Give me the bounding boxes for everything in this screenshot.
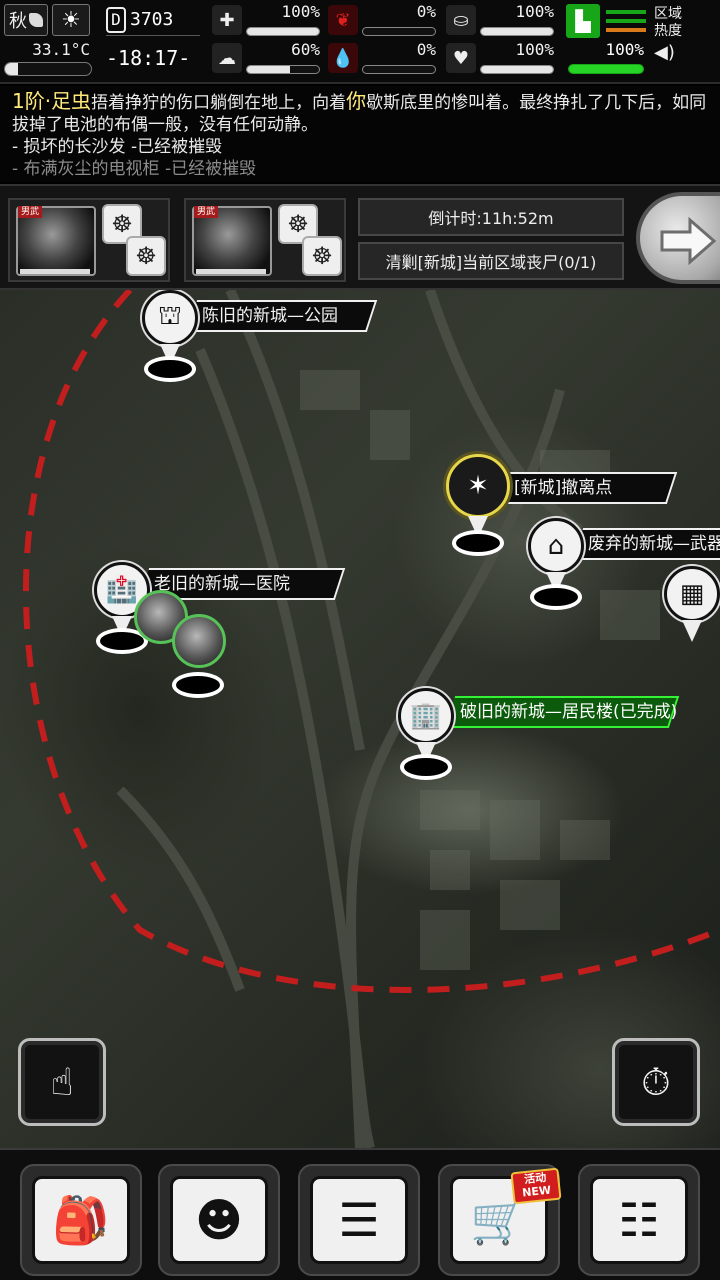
canteen-icon: ⛀: [446, 5, 476, 35]
temperature-bar-fill: [5, 63, 18, 75]
member-1-tag: 男武: [18, 206, 43, 218]
location-evacuation-label: [新城]撤离点: [514, 478, 613, 498]
list-menu-icon: ☷: [590, 1176, 688, 1264]
shop-icon: ⌂: [528, 518, 584, 574]
evacuation-icon: ✶: [446, 454, 510, 518]
countdown-timer: 倒计时:11h:52m: [358, 198, 624, 236]
wait-button[interactable]: ⏱: [612, 1038, 700, 1126]
stomach-icon: ❦: [328, 5, 358, 35]
brain-icon: ☁: [212, 43, 242, 73]
water-drop-icon: 💧: [328, 43, 358, 73]
drink-value: 100%: [515, 2, 554, 21]
season-indicator: 秋: [4, 4, 48, 36]
leaf-icon: [29, 13, 43, 27]
zone-heat-label: 区域 热度: [654, 6, 682, 39]
temperature-bar: [4, 62, 92, 76]
mood-value: 60%: [291, 40, 320, 59]
stamina-bar-fill: [569, 65, 643, 73]
message-log[interactable]: 1阶·足虫捂着挣狞的伤口躺倒在地上，向着你歇斯底里的惨叫着。最终挣扎了几下后，如…: [0, 86, 720, 182]
member-1-hp-bar: [20, 269, 90, 274]
day-counter: D 3703: [106, 4, 200, 36]
squad-member-token[interactable]: [172, 614, 226, 668]
skills-button[interactable]: ☻: [158, 1164, 280, 1276]
zone-heat-toggle[interactable]: 区域 热度 ◀): [654, 6, 716, 78]
next-area-button[interactable]: [636, 192, 720, 284]
stamina-stat[interactable]: ▙ 100%: [566, 4, 648, 76]
drink-bar-fill: [481, 28, 553, 35]
park-gate-icon: ⛫: [142, 290, 198, 346]
status-bar: 秋 ☀ 33.1°C D 3703 -18:17- ✚ 100% ❦ 0% ⛀ …: [0, 0, 720, 84]
stopwatch-icon: ⏱: [641, 1059, 671, 1104]
season-label: 秋: [9, 11, 27, 32]
quick-action-button[interactable]: ☝: [18, 1038, 106, 1126]
bottom-toolbar: 🎒 ☻ ☰ 🛒 活动 NEW ☷: [0, 1148, 720, 1280]
shop-button[interactable]: 🛒 活动 NEW: [438, 1164, 562, 1276]
log-line-sofa: - 损坏的长沙发 -已经被摧毁: [12, 137, 223, 157]
log-text-part1: 捂着挣狞的伤口躺倒在地上，向着: [91, 93, 347, 113]
location-park-label: 陈旧的新城—公园: [202, 306, 338, 326]
apartment-icon: 🏢: [398, 688, 454, 744]
first-aid-kit-icon: ✚: [212, 5, 242, 35]
city-map[interactable]: 陈旧的新城—公园 ⛫ [新城]撤离点 ✶ 废弃的新城—武器 ⌂ ▦ 老旧的新城—…: [0, 290, 720, 1148]
warehouse-icon: ▦: [664, 566, 720, 622]
day-prefix: D: [106, 6, 126, 33]
mood-stat[interactable]: ☁ 60%: [212, 40, 324, 78]
tribal-mask-icon[interactable]: ☸: [126, 236, 166, 276]
hunger-value: 0%: [416, 2, 436, 21]
game-clock: -18:17-: [106, 46, 191, 70]
enemy-name: 1阶·足虫: [12, 89, 92, 113]
hunger-stat[interactable]: ❦ 0%: [328, 2, 440, 40]
mood-bar-fill: [247, 66, 291, 73]
backpack-button[interactable]: 🎒: [20, 1164, 142, 1276]
health-bar-fill: [481, 66, 553, 73]
thirst-stat[interactable]: 💧 0%: [328, 40, 440, 78]
speaker-icon: ◀): [654, 42, 675, 63]
location-weapon-shop-label: 废弃的新城—武器: [588, 534, 720, 554]
medical-stat[interactable]: ✚ 100%: [212, 2, 324, 40]
medical-bar-fill: [247, 28, 319, 35]
arrow-right-icon: [660, 216, 717, 266]
log-you: 你: [346, 89, 367, 113]
backpack-icon: 🎒: [32, 1176, 130, 1264]
drink-stat[interactable]: ⛀ 100%: [446, 2, 558, 40]
member-2-tag: 男武: [194, 206, 219, 218]
stamina-value: 100%: [605, 40, 644, 59]
tribal-mask-icon[interactable]: ☸: [302, 236, 342, 276]
log-line-kill: 1阶·足虫捂着挣狞的伤口躺倒在地上，向着你歇斯底里的惨叫着。最终挣扎了几下后，如…: [12, 90, 708, 136]
health-value: 100%: [515, 40, 554, 59]
member-2-hp-bar: [196, 269, 266, 274]
party-strip: 男武 ☸ ☸ 男武 ☸ ☸ 倒计时:11h:52m 清剿[新城]当前区域丧尸(0…: [0, 184, 720, 290]
sun-icon: ☀: [52, 4, 90, 36]
stamina-lines: [606, 10, 646, 37]
notes-button[interactable]: ☰: [298, 1164, 420, 1276]
location-apartments-label: 破旧的新城—居民楼(已完成): [460, 702, 678, 722]
head-brain-icon: ☻: [170, 1176, 268, 1264]
log-line-tv-cabinet: - 布满灰尘的电视柜 -已经被摧毁: [12, 159, 257, 179]
heart-icon: ♥: [446, 43, 476, 73]
thirst-value: 0%: [416, 40, 436, 59]
menu-button[interactable]: ☷: [578, 1164, 700, 1276]
medical-value: 100%: [281, 2, 320, 21]
event-new-badge: 活动 NEW: [510, 1167, 562, 1205]
tap-hand-arrow-icon: ☝: [50, 1060, 74, 1104]
boot-icon: ▙: [566, 4, 600, 38]
health-stat[interactable]: ♥ 100%: [446, 40, 558, 78]
notebook-icon: ☰: [310, 1176, 408, 1264]
temperature-readout: 33.1°C: [32, 40, 90, 59]
party-member-2[interactable]: 男武 ☸ ☸: [184, 198, 346, 282]
day-number: 3703: [130, 9, 174, 30]
party-member-1[interactable]: 男武 ☸ ☸: [8, 198, 170, 282]
objective-text: 清剿[新城]当前区域丧尸(0/1): [358, 242, 624, 280]
